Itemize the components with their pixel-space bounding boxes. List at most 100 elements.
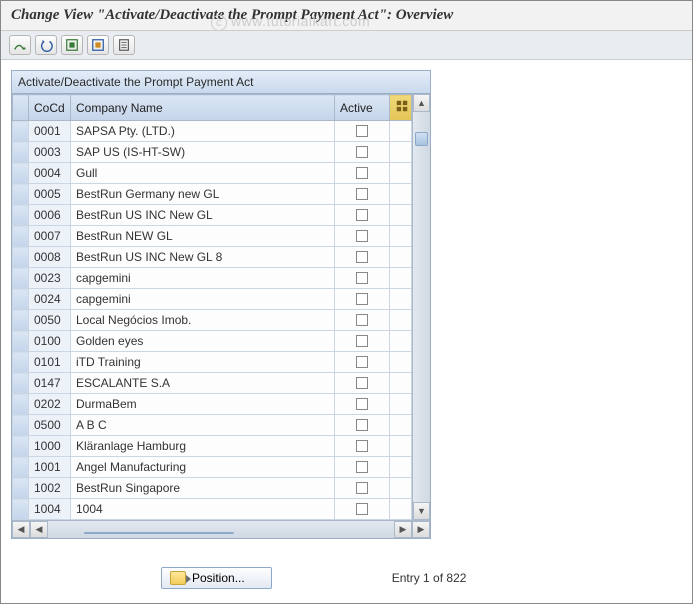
cell-active[interactable] [335,247,390,268]
cell-cocd[interactable]: 0004 [29,163,71,184]
row-selector[interactable] [13,352,29,373]
hscroll-thumb[interactable] [84,532,234,534]
cell-cocd[interactable]: 0023 [29,268,71,289]
row-selector[interactable] [13,184,29,205]
cell-name[interactable]: ESCALANTE S.A [71,373,335,394]
scroll-down-button[interactable]: ▼ [413,502,430,520]
table-row[interactable]: 0008BestRun US INC New GL 8 [13,247,412,268]
cell-cocd[interactable]: 0050 [29,310,71,331]
cell-name[interactable]: SAP US (IS-HT-SW) [71,142,335,163]
cell-cocd[interactable]: 0007 [29,226,71,247]
col-header-name[interactable]: Company Name [71,95,335,121]
row-selector[interactable] [13,268,29,289]
other-view-button[interactable] [9,35,31,55]
cell-cocd[interactable]: 0202 [29,394,71,415]
cell-name[interactable]: BestRun US INC New GL [71,205,335,226]
checkbox-icon[interactable] [356,251,368,263]
cell-name[interactable]: 1004 [71,499,335,520]
print-button[interactable] [113,35,135,55]
cell-active[interactable] [335,310,390,331]
checkbox-icon[interactable] [356,293,368,305]
cell-active[interactable] [335,163,390,184]
row-selector[interactable] [13,436,29,457]
scroll-left2-button[interactable]: ◀ [30,521,48,538]
table-row[interactable]: 0004Gull [13,163,412,184]
cell-cocd[interactable]: 0500 [29,415,71,436]
col-header-active[interactable]: Active [335,95,390,121]
cell-cocd[interactable]: 1004 [29,499,71,520]
cell-cocd[interactable]: 0008 [29,247,71,268]
cell-name[interactable]: Kläranlage Hamburg [71,436,335,457]
checkbox-icon[interactable] [356,314,368,326]
checkbox-icon[interactable] [356,482,368,494]
cell-active[interactable] [335,457,390,478]
cell-cocd[interactable]: 0024 [29,289,71,310]
cell-active[interactable] [335,121,390,142]
row-selector[interactable] [13,310,29,331]
table-row[interactable]: 1000Kläranlage Hamburg [13,436,412,457]
table-row[interactable]: 0007BestRun NEW GL [13,226,412,247]
scroll-right-button[interactable]: ▶ [412,521,430,538]
row-selector[interactable] [13,394,29,415]
row-selector[interactable] [13,415,29,436]
row-selector[interactable] [13,121,29,142]
cell-name[interactable]: capgemini [71,289,335,310]
cell-active[interactable] [335,373,390,394]
cell-active[interactable] [335,331,390,352]
vscroll-thumb[interactable] [415,132,428,146]
row-selector[interactable] [13,373,29,394]
table-row[interactable]: 0005BestRun Germany new GL [13,184,412,205]
table-row[interactable]: 0023capgemini [13,268,412,289]
cell-cocd[interactable]: 1002 [29,478,71,499]
checkbox-icon[interactable] [356,377,368,389]
row-selector[interactable] [13,289,29,310]
select-all-button[interactable] [61,35,83,55]
row-selector[interactable] [13,226,29,247]
checkbox-icon[interactable] [356,398,368,410]
row-selector[interactable] [13,247,29,268]
checkbox-icon[interactable] [356,209,368,221]
table-row[interactable]: 0101iTD Training [13,352,412,373]
row-selector[interactable] [13,331,29,352]
scroll-left-button[interactable]: ◀ [12,521,30,538]
cell-name[interactable]: iTD Training [71,352,335,373]
cell-name[interactable]: Golden eyes [71,331,335,352]
cell-active[interactable] [335,436,390,457]
checkbox-icon[interactable] [356,230,368,242]
cell-cocd[interactable]: 0005 [29,184,71,205]
table-row[interactable]: 0003SAP US (IS-HT-SW) [13,142,412,163]
table-row[interactable]: 0100Golden eyes [13,331,412,352]
cell-cocd[interactable]: 0100 [29,331,71,352]
checkbox-icon[interactable] [356,419,368,431]
checkbox-icon[interactable] [356,356,368,368]
cell-active[interactable] [335,289,390,310]
row-selector[interactable] [13,499,29,520]
checkbox-icon[interactable] [356,188,368,200]
cell-cocd[interactable]: 0006 [29,205,71,226]
table-row[interactable]: 0024capgemini [13,289,412,310]
checkbox-icon[interactable] [356,440,368,452]
table-row[interactable]: 0147ESCALANTE S.A [13,373,412,394]
cell-active[interactable] [335,499,390,520]
row-selector[interactable] [13,163,29,184]
checkbox-icon[interactable] [356,125,368,137]
col-settings-icon[interactable] [390,95,412,121]
undo-button[interactable] [35,35,57,55]
cell-active[interactable] [335,268,390,289]
cell-name[interactable]: SAPSA Pty. (LTD.) [71,121,335,142]
row-selector[interactable] [13,478,29,499]
cell-cocd[interactable]: 1001 [29,457,71,478]
table-row[interactable]: 0006BestRun US INC New GL [13,205,412,226]
vertical-scrollbar[interactable]: ▲ ▼ [412,94,430,520]
checkbox-icon[interactable] [356,146,368,158]
position-button[interactable]: Position... [161,567,272,589]
cell-name[interactable]: capgemini [71,268,335,289]
checkbox-icon[interactable] [356,461,368,473]
row-selector[interactable] [13,457,29,478]
cell-cocd[interactable]: 0147 [29,373,71,394]
cell-name[interactable]: BestRun Germany new GL [71,184,335,205]
table-row[interactable]: 10041004 [13,499,412,520]
horizontal-scrollbar[interactable]: ◀ ◀ ▶ ▶ [12,520,430,538]
table-row[interactable]: 0001SAPSA Pty. (LTD.) [13,121,412,142]
checkbox-icon[interactable] [356,503,368,515]
